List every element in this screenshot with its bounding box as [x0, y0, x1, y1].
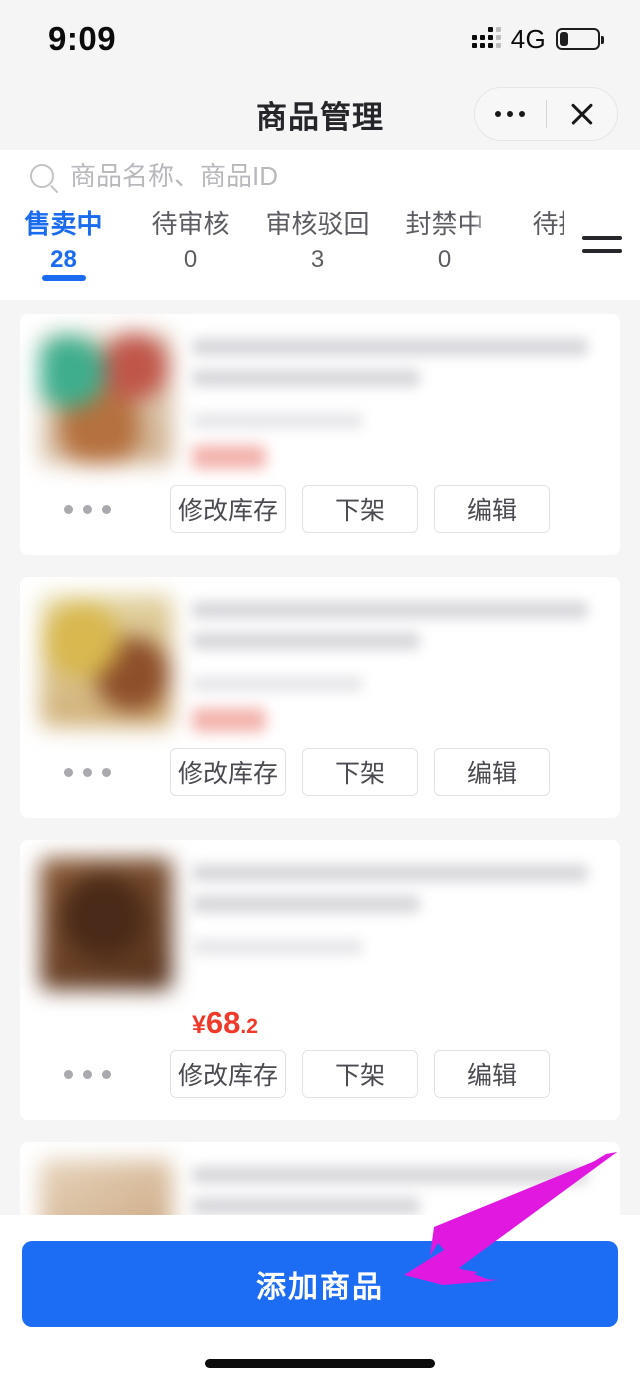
product-meta-redacted [192, 413, 364, 429]
product-actions: 修改库存 下架 编辑 [20, 479, 620, 555]
product-actions: 修改库存 下架 编辑 [20, 1044, 620, 1120]
product-meta-redacted [192, 676, 364, 692]
tab-label: 待审核 [151, 209, 230, 239]
edit-button[interactable]: 编辑 [434, 1050, 550, 1098]
product-card[interactable]: 修改库存 下架 编辑 [20, 577, 620, 818]
take-down-button[interactable]: 下架 [302, 1050, 418, 1098]
product-title-redacted [192, 895, 421, 913]
tab-banned[interactable]: 封禁中 0 [381, 206, 508, 273]
status-time: 9:09 [48, 20, 117, 57]
product-title-redacted [192, 369, 421, 387]
product-title-redacted [192, 338, 588, 356]
price-integer: 68 [205, 1005, 241, 1040]
product-card[interactable]: ¥68.2 修改库存 下架 编辑 [20, 840, 620, 1120]
edit-button[interactable]: 编辑 [434, 748, 550, 796]
signal-dots-icon [471, 27, 501, 48]
miniprogram-capsule [474, 87, 618, 141]
product-title-redacted [192, 864, 588, 882]
product-card[interactable]: 修改库存 下架 编辑 [20, 314, 620, 555]
product-summary[interactable] [20, 840, 620, 1000]
product-thumbnail [40, 332, 172, 464]
price-decimal: .2 [240, 1015, 258, 1038]
more-horizontal-icon[interactable] [50, 504, 154, 514]
take-down-button[interactable]: 下架 [302, 748, 418, 796]
status-bar: 9:09 4G [0, 0, 640, 78]
tab-rejected[interactable]: 审核驳回 3 [254, 206, 381, 273]
currency-symbol: ¥ [192, 1011, 206, 1039]
more-horizontal-icon[interactable] [50, 767, 154, 777]
page-title: 商品管理 [256, 99, 384, 135]
bottom-action-bar: 添加商品 [0, 1215, 640, 1385]
tab-count: 28 [50, 245, 77, 273]
more-horizontal-icon[interactable] [50, 1069, 154, 1079]
tab-count: 0 [437, 245, 452, 273]
tab-label: 待提交 [532, 209, 564, 239]
edit-button[interactable]: 编辑 [434, 485, 550, 533]
take-down-button[interactable]: 下架 [302, 485, 418, 533]
product-title-redacted [192, 1197, 421, 1215]
nav-bar: 商品管理 [0, 78, 640, 150]
add-product-button[interactable]: 添加商品 [22, 1241, 618, 1327]
product-title-redacted [192, 601, 588, 619]
edit-stock-button[interactable]: 修改库存 [170, 485, 286, 533]
product-price-redacted [192, 708, 266, 732]
tab-to-submit[interactable]: 待提交 1 [508, 206, 564, 273]
product-price: ¥68.2 [192, 1005, 258, 1041]
product-summary[interactable] [20, 577, 620, 742]
product-details [172, 858, 600, 990]
product-thumbnail [40, 858, 172, 990]
tabs-scroll-container[interactable]: 售卖中 28 待审核 0 审核驳回 3 封禁中 0 待提交 1 [0, 202, 564, 300]
search-bar[interactable] [0, 150, 640, 202]
battery-low-icon [556, 28, 604, 50]
product-title-redacted [192, 632, 421, 650]
active-tab-indicator [41, 274, 86, 281]
edit-stock-button[interactable]: 修改库存 [170, 748, 286, 796]
tab-on-sale[interactable]: 售卖中 28 [0, 206, 127, 281]
tab-pending-review[interactable]: 待审核 0 [127, 206, 254, 273]
edit-stock-button[interactable]: 修改库存 [170, 1050, 286, 1098]
product-meta-redacted [192, 939, 364, 955]
network-type-label: 4G [510, 23, 546, 54]
product-thumbnail [40, 595, 172, 727]
product-price-redacted [192, 445, 266, 469]
close-icon[interactable] [547, 88, 618, 140]
status-tab-bar: 售卖中 28 待审核 0 审核驳回 3 封禁中 0 待提交 1 [0, 202, 640, 300]
phone-screen: 9:09 4G 商品管理 商品名称、商品ID 售卖中 28 待审核 0 审核驳回… [0, 0, 640, 1385]
status-indicators: 4G [471, 23, 604, 55]
search-icon [30, 164, 54, 188]
search-input[interactable] [70, 160, 610, 192]
tab-label: 封禁中 [405, 209, 484, 239]
hamburger-menu-icon[interactable] [564, 202, 640, 300]
product-summary[interactable] [20, 314, 620, 479]
tab-count: 3 [310, 245, 325, 273]
product-details [172, 595, 600, 732]
product-actions: 修改库存 下架 编辑 [20, 742, 620, 818]
tab-label: 售卖中 [24, 209, 103, 239]
product-title-redacted [192, 1166, 588, 1184]
more-horizontal-icon[interactable] [475, 88, 546, 140]
product-details [172, 332, 600, 469]
product-price-row: ¥68.2 [20, 1000, 620, 1044]
tab-label: 审核驳回 [265, 209, 370, 239]
home-indicator [205, 1359, 435, 1368]
tab-count: 0 [183, 245, 198, 273]
